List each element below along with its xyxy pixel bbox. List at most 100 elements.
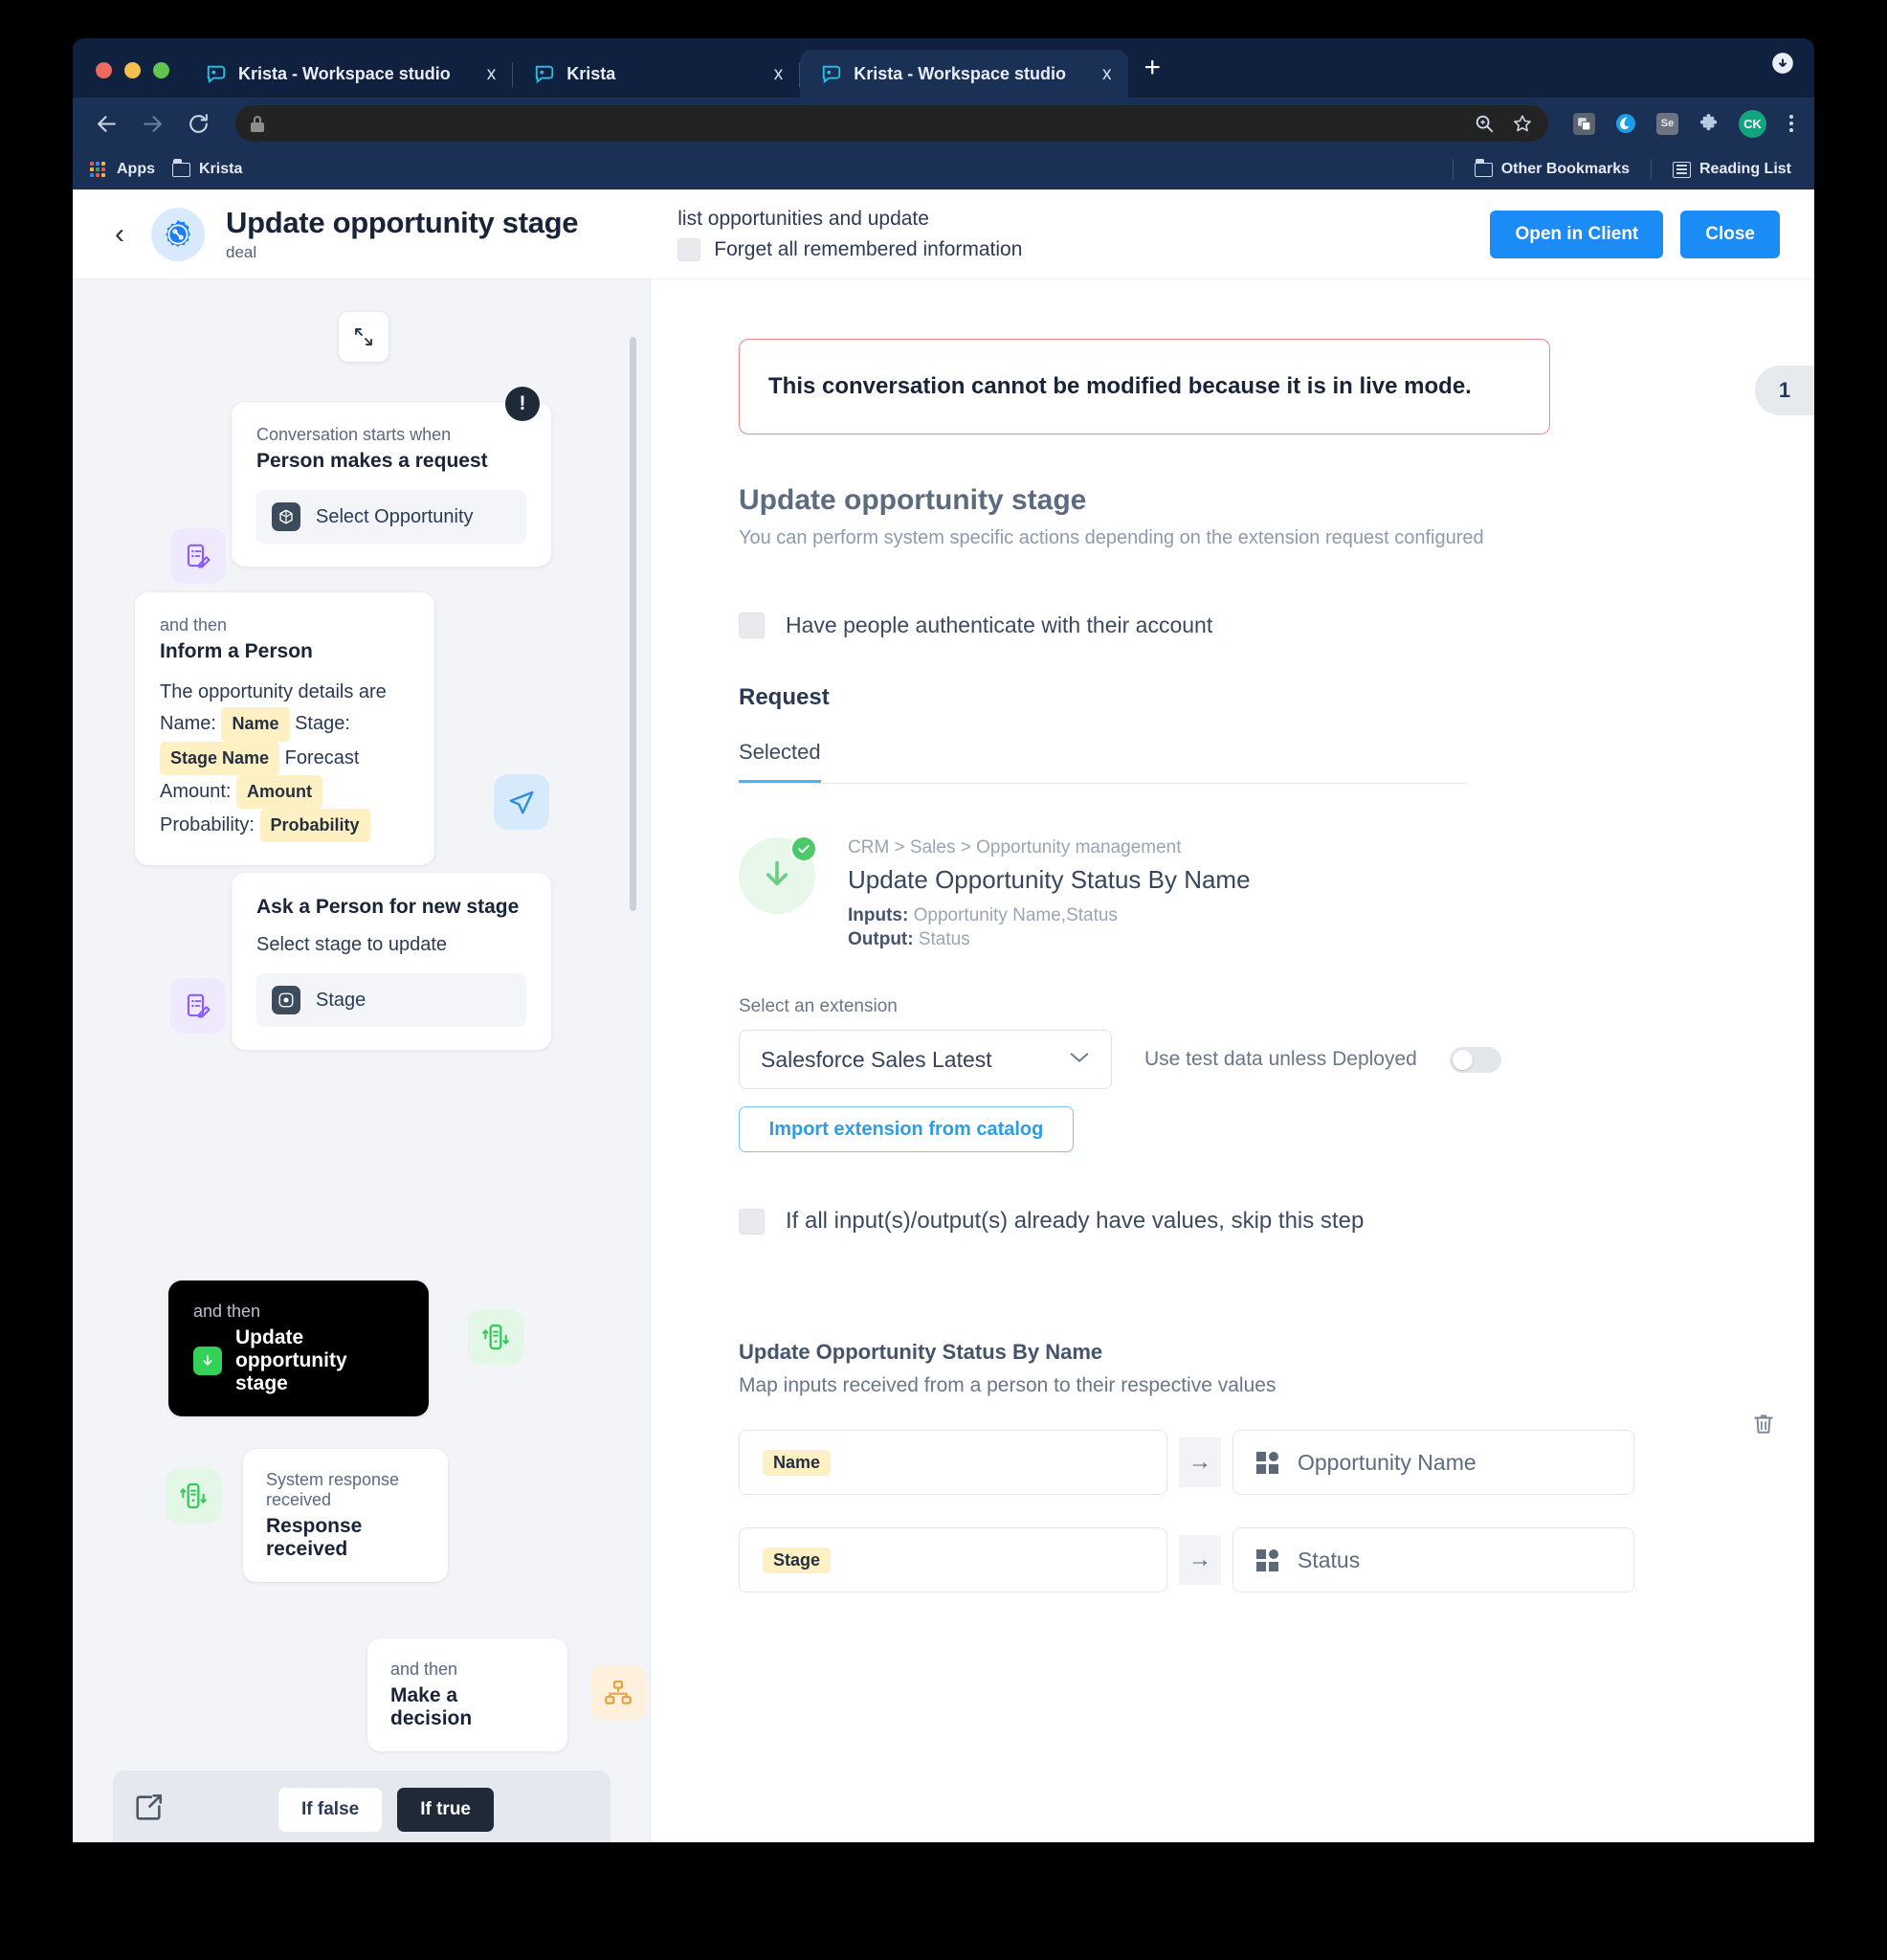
- branch-exit-icon: [132, 1792, 165, 1829]
- skip-step-checkbox[interactable]: [739, 1208, 765, 1235]
- flow-card-ask[interactable]: Ask a Person for new stage Select stage …: [232, 873, 551, 1050]
- percent-seal-icon: [166, 219, 190, 247]
- other-bookmarks-button[interactable]: Other Bookmarks: [1469, 158, 1635, 178]
- browser-profile-indicator[interactable]: [1770, 51, 1814, 98]
- bookmarks-right-group: Other Bookmarks Reading List: [1441, 158, 1797, 180]
- browser-tab-1-close-icon[interactable]: x: [462, 65, 497, 83]
- krista-logo-icon: [536, 65, 554, 84]
- output-value: Status: [918, 929, 970, 949]
- mapping-target-1[interactable]: Opportunity Name: [1232, 1430, 1634, 1495]
- forget-info-checkbox[interactable]: [677, 237, 701, 261]
- forget-info-row[interactable]: Forget all remembered information: [677, 237, 1022, 261]
- delete-mapping-icon[interactable]: [1751, 1411, 1776, 1442]
- browser-tab-2[interactable]: Krista x: [513, 50, 801, 98]
- bookmark-krista[interactable]: Krista: [166, 158, 248, 178]
- mapping-row-2[interactable]: Stage → Status: [739, 1527, 1814, 1592]
- extension-icon-1[interactable]: [1573, 112, 1595, 135]
- page-subtitle: deal: [226, 243, 257, 261]
- skip-step-row[interactable]: If all input(s)/output(s) already have v…: [739, 1208, 1814, 1235]
- open-in-client-button[interactable]: Open in Client: [1490, 210, 1664, 258]
- close-window-button[interactable]: [96, 62, 112, 78]
- browser-tab-1[interactable]: Krista - Workspace studio x: [185, 50, 514, 98]
- browser-window: Krista - Workspace studio x Krista x Kri…: [73, 38, 1814, 1842]
- deal-badge-icon: [151, 207, 205, 261]
- authenticate-row[interactable]: Have people authenticate with their acco…: [739, 612, 1814, 638]
- branch-box: If false If true and then Inform closed …: [113, 1771, 610, 1842]
- token-amount: Amount: [236, 774, 323, 809]
- puzzle-extension-icon[interactable]: [1698, 113, 1720, 135]
- back-button[interactable]: [90, 107, 122, 140]
- reading-list-button[interactable]: Reading List: [1667, 161, 1797, 178]
- krista-logo-icon: [823, 65, 841, 84]
- flow-node-start[interactable]: Conversation starts when Person makes a …: [170, 387, 551, 584]
- alert-badge-icon[interactable]: !: [505, 387, 540, 421]
- flow-card-start-chip-label: Select Opportunity: [316, 505, 474, 527]
- token-probability: Probability: [259, 808, 370, 843]
- flow-card-update-selected[interactable]: and then Update opportunity stage: [168, 1281, 429, 1416]
- browser-tab-3-close-icon[interactable]: x: [1077, 65, 1112, 83]
- extension-select[interactable]: Salesforce Sales Latest: [739, 1030, 1112, 1089]
- zoom-icon[interactable]: [1474, 113, 1495, 134]
- forward-button[interactable]: [136, 107, 168, 140]
- mapping-target-2[interactable]: Status: [1232, 1527, 1634, 1592]
- reload-button[interactable]: [182, 107, 214, 140]
- flow-node-decision[interactable]: and then Make a decision: [168, 1638, 646, 1751]
- authenticate-checkbox[interactable]: [739, 612, 765, 638]
- star-icon[interactable]: [1512, 113, 1533, 134]
- inputs-key: Inputs:: [848, 905, 909, 925]
- close-button[interactable]: Close: [1680, 210, 1780, 258]
- selected-extension-card[interactable]: CRM > Sales > Opportunity management Upd…: [739, 835, 1814, 950]
- flow-node-update[interactable]: and then Update opportunity stage: [168, 1281, 523, 1416]
- test-data-toggle[interactable]: [1449, 1046, 1501, 1073]
- extension-icon-2[interactable]: [1614, 112, 1637, 135]
- flow-node-ask[interactable]: Ask a Person for new stage Select stage …: [170, 873, 551, 1050]
- bookmark-apps-label[interactable]: Apps: [117, 161, 155, 178]
- back-chevron-icon[interactable]: ‹: [105, 219, 151, 249]
- browser-tab-3-title: Krista - Workspace studio: [854, 63, 1066, 83]
- flow-card-start-chip[interactable]: Select Opportunity: [256, 490, 526, 544]
- flow-card-inform-headline: Inform a Person: [160, 640, 313, 662]
- mapping-row-1[interactable]: Name → Opportunity Name: [739, 1430, 1814, 1495]
- import-extension-button[interactable]: Import extension from catalog: [739, 1106, 1074, 1152]
- minimize-window-button[interactable]: [124, 62, 141, 78]
- divider: [1452, 159, 1454, 180]
- flow-card-decision[interactable]: and then Make a decision: [367, 1638, 567, 1751]
- browser-tab-3[interactable]: Krista - Workspace studio x: [800, 50, 1129, 98]
- step-number-badge[interactable]: 1: [1755, 366, 1814, 415]
- address-bar[interactable]: [235, 105, 1548, 142]
- branch-if-false-button[interactable]: If false: [278, 1788, 383, 1832]
- flow-card-start[interactable]: Conversation starts when Person makes a …: [232, 402, 551, 567]
- request-heading: Request: [739, 684, 830, 710]
- forward-arrow-icon: [143, 115, 162, 132]
- apps-grid-icon[interactable]: [90, 162, 105, 177]
- extension-name: Update Opportunity Status By Name: [848, 865, 1251, 894]
- flow-card-inform[interactable]: and then Inform a Person The opportunity…: [135, 592, 434, 866]
- new-tab-button[interactable]: +: [1128, 54, 1178, 98]
- detail-title: Update opportunity stage: [739, 484, 1087, 516]
- extension-select-row: Salesforce Sales Latest Use test data un…: [739, 1030, 1814, 1089]
- maximize-window-button[interactable]: [153, 62, 169, 78]
- flow-card-response[interactable]: System response received Response receiv…: [243, 1449, 448, 1582]
- mapping-source-1[interactable]: Name: [739, 1430, 1167, 1495]
- branch-if-true-button[interactable]: If true: [397, 1788, 494, 1832]
- mapping-source-2[interactable]: Stage: [739, 1527, 1167, 1592]
- browser-tab-2-close-icon[interactable]: x: [749, 65, 784, 83]
- expand-flow-button[interactable]: [339, 312, 388, 362]
- flow-scrollbar[interactable]: [630, 337, 636, 911]
- mapping-title: Update Opportunity Status By Name: [739, 1340, 1103, 1364]
- reload-icon: [189, 113, 208, 133]
- avatar[interactable]: CK: [1739, 109, 1766, 138]
- selenium-extension-icon[interactable]: Se: [1656, 112, 1678, 135]
- tab-selected[interactable]: Selected: [739, 740, 821, 783]
- conversation-flow-panel: Conversation starts when Person makes a …: [73, 279, 651, 1842]
- browser-tab-2-title: Krista: [566, 63, 616, 83]
- reading-list-label: Reading List: [1698, 161, 1791, 177]
- step-detail-panel: 1 This conversation cannot be modified b…: [651, 279, 1814, 1842]
- flow-node-inform[interactable]: and then Inform a Person The opportunity…: [135, 592, 549, 866]
- inform-person-icon: [494, 774, 549, 830]
- input-field-icon: [1256, 1451, 1278, 1474]
- browser-menu-icon[interactable]: [1786, 115, 1797, 132]
- flow-node-response[interactable]: System response received Response receiv…: [166, 1449, 448, 1582]
- flow-card-ask-chip[interactable]: Stage: [256, 973, 526, 1027]
- flow-card-inform-message: The opportunity details are Name: Name S…: [160, 677, 410, 843]
